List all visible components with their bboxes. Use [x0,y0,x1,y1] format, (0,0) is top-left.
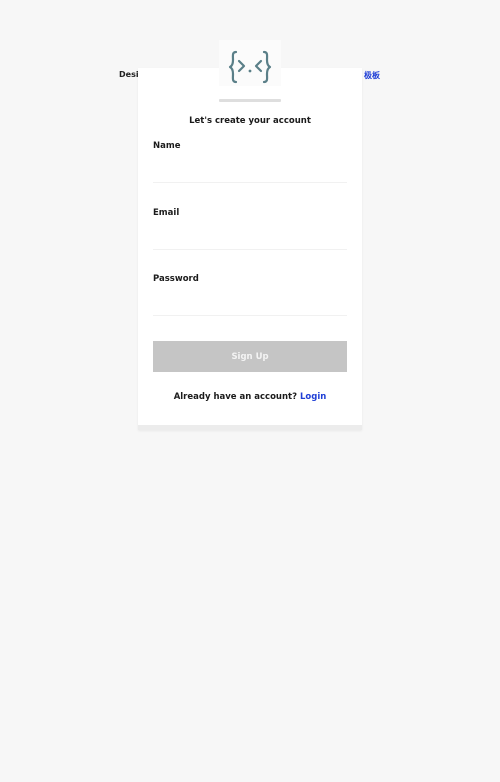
password-input[interactable] [153,287,347,316]
top-right-link[interactable]: 极板 [364,70,380,81]
email-label: Email [153,208,180,218]
name-input[interactable] [153,154,347,183]
app-logo-icon [228,50,272,84]
email-input[interactable] [153,221,347,250]
form-heading: Let's create your account [189,116,311,126]
password-label: Password [153,274,199,284]
name-label: Name [153,141,181,151]
login-link[interactable]: Login [300,392,326,402]
login-prompt-text: Already have an account? [173,392,298,402]
sign-up-button[interactable]: Sign Up [153,341,347,372]
logo-divider [219,99,281,102]
login-prompt: Already have an account? Login [138,392,362,402]
card-footer-strip [138,425,362,430]
